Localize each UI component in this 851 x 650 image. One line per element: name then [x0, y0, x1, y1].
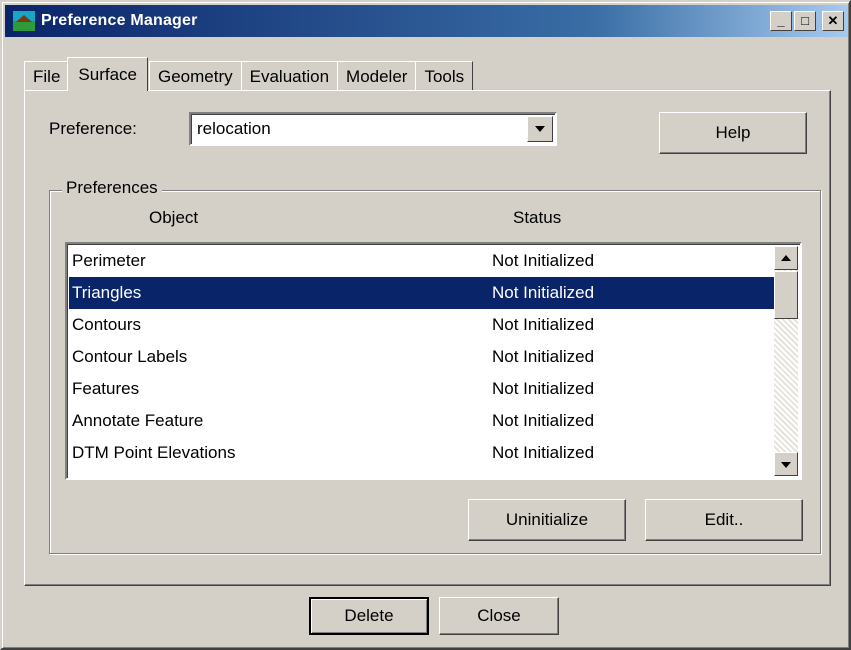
object-name: Annotate Feature	[72, 411, 204, 430]
tab-modeler[interactable]: Modeler	[337, 61, 417, 91]
tab-file[interactable]: File	[24, 61, 70, 91]
status-value: Not Initialized	[492, 251, 595, 270]
terrain-app-icon	[13, 11, 35, 31]
scroll-down-button[interactable]	[774, 452, 798, 476]
list-item[interactable]: Features Not Initialized	[69, 373, 774, 405]
tab-tools[interactable]: Tools	[415, 61, 474, 91]
tab-geometry[interactable]: Geometry	[149, 61, 242, 91]
scroll-thumb[interactable]	[774, 271, 798, 319]
status-value: Not Initialized	[492, 443, 595, 462]
minimize-button[interactable]: _	[770, 11, 792, 31]
status-value: Not Initialized	[492, 283, 595, 302]
tab-evaluation[interactable]: Evaluation	[240, 61, 339, 91]
status-value: Not Initialized	[492, 411, 595, 430]
arrow-up-icon	[781, 255, 791, 261]
preferences-list[interactable]: Perimeter Not Initialized Triangles Not …	[65, 242, 802, 480]
object-name: Contours	[72, 315, 141, 334]
object-name: Triangles	[72, 283, 142, 302]
column-header-status: Status	[513, 208, 562, 227]
uninitialize-button[interactable]: Uninitialize	[468, 499, 626, 541]
status-value: Not Initialized	[492, 379, 595, 398]
window-title: Preference Manager	[41, 12, 198, 29]
preference-dropdown[interactable]: relocation	[189, 112, 557, 146]
list-item[interactable]: DTM Point Elevations Not Initialized	[69, 437, 774, 469]
scroll-up-button[interactable]	[774, 246, 798, 270]
close-button[interactable]: Close	[439, 597, 559, 635]
edit-button[interactable]: Edit..	[645, 499, 803, 541]
preference-label: Preference:	[49, 119, 137, 138]
list-item-selected[interactable]: Triangles Not Initialized	[69, 277, 774, 309]
status-value: Not Initialized	[492, 315, 595, 334]
help-button[interactable]: Help	[659, 112, 807, 154]
delete-button[interactable]: Delete	[309, 597, 429, 635]
list-item[interactable]: Contours Not Initialized	[69, 309, 774, 341]
tab-strip: File Surface Geometry Evaluation Modeler…	[24, 57, 474, 91]
close-window-button[interactable]: ✕	[822, 11, 844, 31]
maximize-button[interactable]: □	[794, 11, 816, 31]
list-item[interactable]: Contour Labels Not Initialized	[69, 341, 774, 373]
status-value: Not Initialized	[492, 347, 595, 366]
preference-value: relocation	[197, 119, 271, 138]
title-bar[interactable]: Preference Manager _ □ ✕	[5, 5, 848, 37]
object-name: DTM Point Elevations	[72, 443, 236, 462]
arrow-down-icon	[781, 462, 791, 468]
object-name: Contour Labels	[72, 347, 188, 366]
list-scrollbar[interactable]	[774, 246, 798, 476]
preferences-group-label: Preferences	[62, 178, 162, 198]
object-name: Features	[72, 379, 140, 398]
list-item[interactable]: Perimeter Not Initialized	[69, 245, 774, 277]
object-name: Perimeter	[72, 251, 146, 270]
tab-surface[interactable]: Surface	[67, 57, 148, 91]
preference-manager-window: Preference Manager _ □ ✕ File Surface Ge…	[0, 0, 851, 650]
list-item[interactable]: Annotate Feature Not Initialized	[69, 405, 774, 437]
dropdown-arrow-icon[interactable]	[527, 116, 553, 142]
column-header-object: Object	[149, 208, 199, 227]
